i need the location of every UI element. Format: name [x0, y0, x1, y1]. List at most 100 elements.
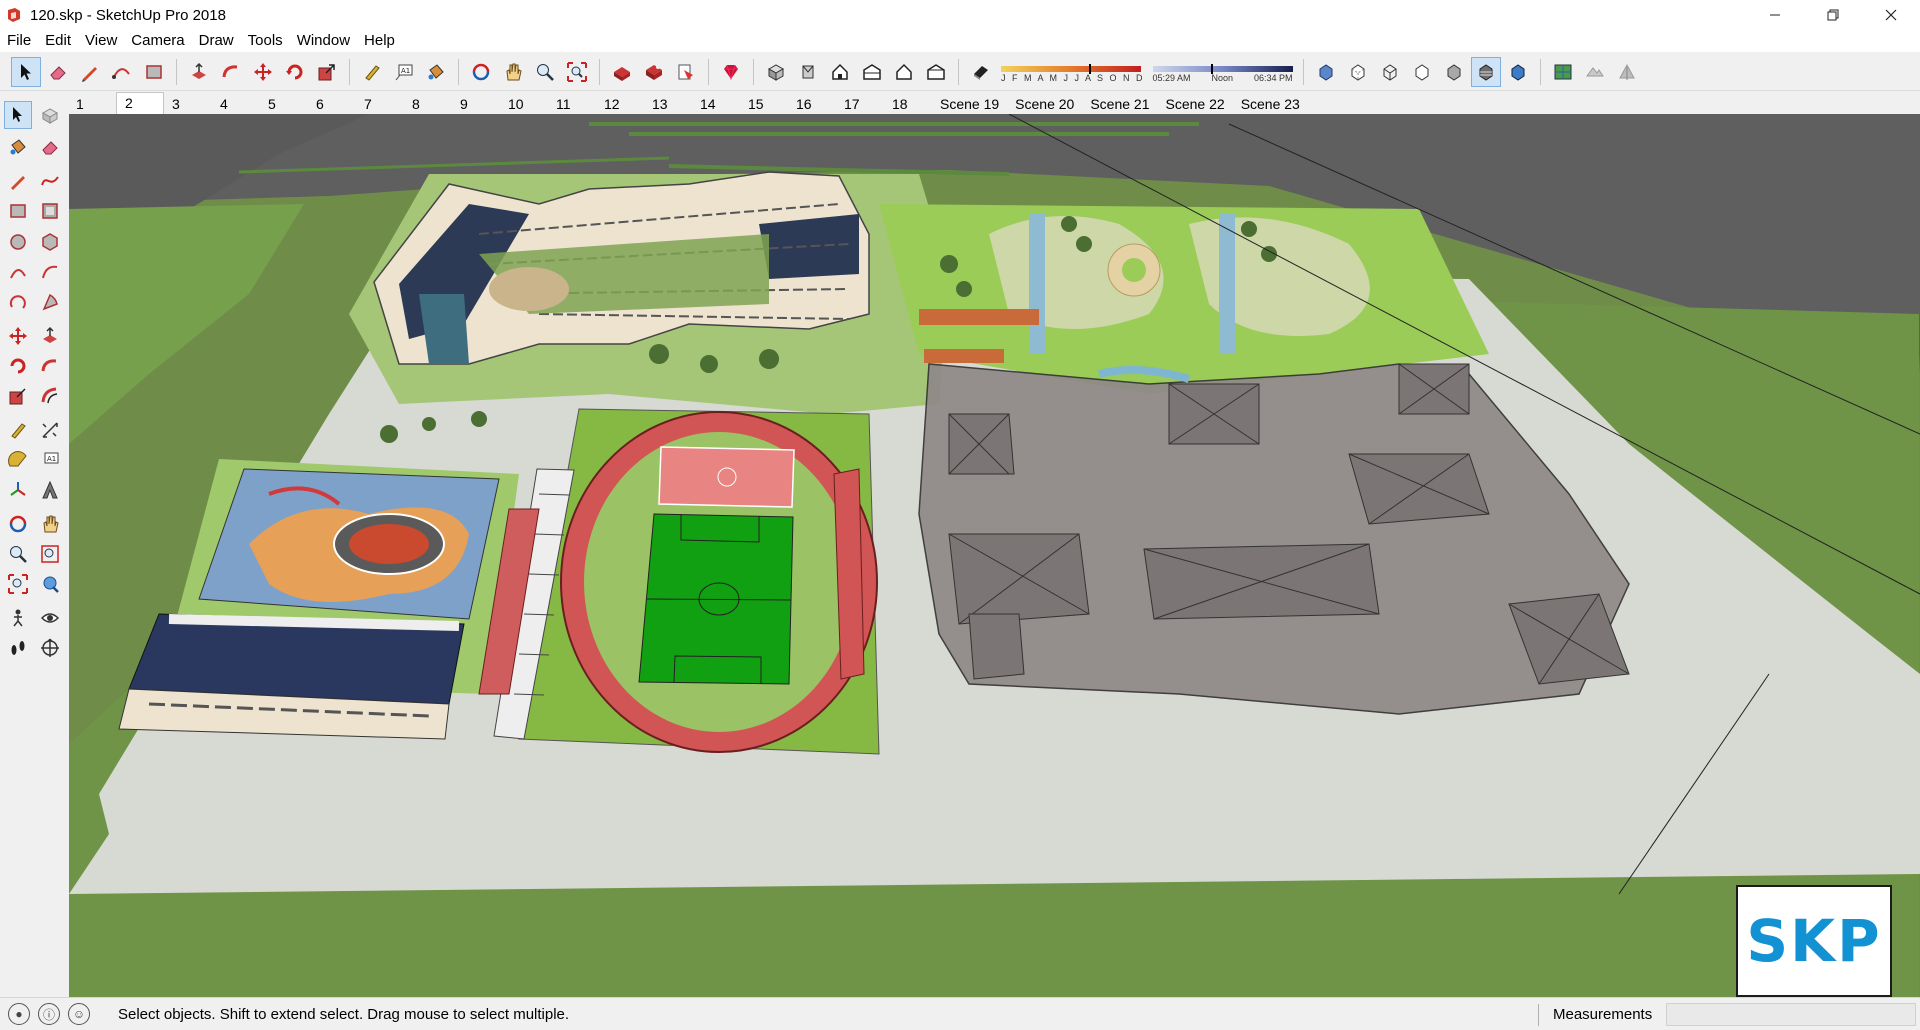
palette-eraser-button[interactable]: [36, 133, 64, 161]
menu-draw[interactable]: Draw: [192, 30, 241, 52]
ruby-console-button[interactable]: [716, 57, 746, 87]
toggle-terrain-button[interactable]: [1580, 57, 1610, 87]
palette-push-pull-button[interactable]: [36, 322, 64, 350]
text-tool-button[interactable]: A1: [389, 57, 419, 87]
iso-view-button[interactable]: [761, 57, 791, 87]
palette-protractor-button[interactable]: [4, 446, 32, 474]
scene-tab-13[interactable]: 13: [644, 94, 692, 114]
user-account-icon[interactable]: ☺: [68, 1003, 90, 1025]
palette-pie-button[interactable]: [36, 288, 64, 316]
orbit-tool-button[interactable]: [466, 57, 496, 87]
follow-me-tool-button[interactable]: [216, 57, 246, 87]
palette-scale-button[interactable]: [4, 382, 32, 410]
close-button[interactable]: [1862, 0, 1920, 30]
palette-3d-text-button[interactable]: [36, 476, 64, 504]
scene-tab-10[interactable]: 10: [500, 94, 548, 114]
palette-orbit-button[interactable]: [4, 510, 32, 538]
geolocation-icon[interactable]: ●: [8, 1003, 30, 1025]
pan-tool-button[interactable]: [498, 57, 528, 87]
tape-measure-tool-button[interactable]: [357, 57, 387, 87]
shapes-tool-button[interactable]: [139, 57, 169, 87]
right-view-button[interactable]: [857, 57, 887, 87]
palette-tape-measure-button[interactable]: [4, 416, 32, 444]
scene-tab-scene-21[interactable]: Scene 21: [1082, 94, 1158, 114]
palette-line-button[interactable]: [4, 167, 32, 195]
scene-tab-scene-20[interactable]: Scene 20: [1007, 94, 1083, 114]
add-location-button[interactable]: [1548, 57, 1578, 87]
palette-3point-arc-button[interactable]: [4, 288, 32, 316]
menu-window[interactable]: Window: [290, 30, 357, 52]
scene-tab-7[interactable]: 7: [356, 94, 404, 114]
wireframe-style-button[interactable]: [1375, 57, 1405, 87]
zoom-extents-tool-button[interactable]: [562, 57, 592, 87]
menu-edit[interactable]: Edit: [38, 30, 78, 52]
palette-circle-button[interactable]: [4, 228, 32, 256]
line-tool-button[interactable]: [75, 57, 105, 87]
menu-help[interactable]: Help: [357, 30, 402, 52]
arc-tool-button[interactable]: [107, 57, 137, 87]
scene-tab-12[interactable]: 12: [596, 94, 644, 114]
palette-offset-button[interactable]: [36, 382, 64, 410]
restore-button[interactable]: [1804, 0, 1862, 30]
scene-tab-2[interactable]: 2: [116, 92, 164, 114]
shadow-month-slider[interactable]: [1001, 61, 1141, 74]
menu-camera[interactable]: Camera: [124, 30, 191, 52]
scene-tab-scene-22[interactable]: Scene 22: [1157, 94, 1233, 114]
scene-tab-scene-19[interactable]: Scene 19: [932, 94, 1008, 114]
palette-zoom-extents-button[interactable]: [4, 570, 32, 598]
palette-text-button[interactable]: A1: [36, 446, 64, 474]
scene-tab-8[interactable]: 8: [404, 94, 452, 114]
scale-tool-button[interactable]: [312, 57, 342, 87]
left-view-button[interactable]: [921, 57, 951, 87]
select-tool-button[interactable]: [11, 56, 41, 87]
palette-walk-button[interactable]: [4, 634, 32, 662]
shaded-textures-style-button[interactable]: [1470, 56, 1501, 87]
shadow-time-slider[interactable]: [1152, 61, 1293, 74]
scene-tab-14[interactable]: 14: [692, 94, 740, 114]
palette-zoom-button[interactable]: [4, 540, 32, 568]
move-tool-button[interactable]: [248, 57, 278, 87]
palette-select-button[interactable]: [4, 101, 32, 129]
scene-tab-11[interactable]: 11: [548, 94, 596, 114]
palette-freehand-button[interactable]: [36, 167, 64, 195]
menu-tools[interactable]: Tools: [241, 30, 290, 52]
monochrome-style-button[interactable]: [1503, 57, 1533, 87]
menu-file[interactable]: File: [0, 30, 38, 52]
minimize-button[interactable]: [1746, 0, 1804, 30]
palette-paint-button[interactable]: [4, 133, 32, 161]
paint-bucket-tool-button[interactable]: [421, 57, 451, 87]
extension-warehouse-button[interactable]: [639, 57, 669, 87]
scene-tab-6[interactable]: 6: [308, 94, 356, 114]
shaded-style-button[interactable]: [1439, 57, 1469, 87]
palette-move-button[interactable]: [4, 322, 32, 350]
credits-icon[interactable]: ⓘ: [38, 1003, 60, 1025]
model-viewport[interactable]: SKP: [69, 114, 1920, 997]
scene-tab-17[interactable]: 17: [836, 94, 884, 114]
scene-tab-9[interactable]: 9: [452, 94, 500, 114]
menu-view[interactable]: View: [78, 30, 124, 52]
palette-pan-button[interactable]: [36, 510, 64, 538]
scene-tab-15[interactable]: 15: [740, 94, 788, 114]
measurements-input[interactable]: [1666, 1003, 1916, 1026]
palette-arc-button[interactable]: [4, 258, 32, 286]
push-pull-tool-button[interactable]: [184, 57, 214, 87]
palette-rotate-button[interactable]: [4, 352, 32, 380]
front-view-button[interactable]: [825, 57, 855, 87]
xray-style-button[interactable]: [1311, 57, 1341, 87]
back-view-button[interactable]: [889, 57, 919, 87]
scene-tab-18[interactable]: 18: [884, 94, 932, 114]
scene-tab-scene-23[interactable]: Scene 23: [1232, 94, 1308, 114]
shadows-toggle-button[interactable]: [966, 57, 996, 87]
palette-rotated-rectangle-button[interactable]: [36, 197, 64, 225]
3d-warehouse-button[interactable]: [607, 57, 637, 87]
top-view-button[interactable]: [793, 57, 823, 87]
palette-polygon-button[interactable]: [36, 228, 64, 256]
palette-rectangle-button[interactable]: [4, 197, 32, 225]
palette-dimension-button[interactable]: [36, 416, 64, 444]
rotate-tool-button[interactable]: [280, 57, 310, 87]
photo-textures-button[interactable]: [1612, 57, 1642, 87]
palette-section-plane-button[interactable]: [36, 634, 64, 662]
scene-tab-4[interactable]: 4: [212, 94, 260, 114]
palette-zoom-window-button[interactable]: [36, 540, 64, 568]
zoom-tool-button[interactable]: [530, 57, 560, 87]
